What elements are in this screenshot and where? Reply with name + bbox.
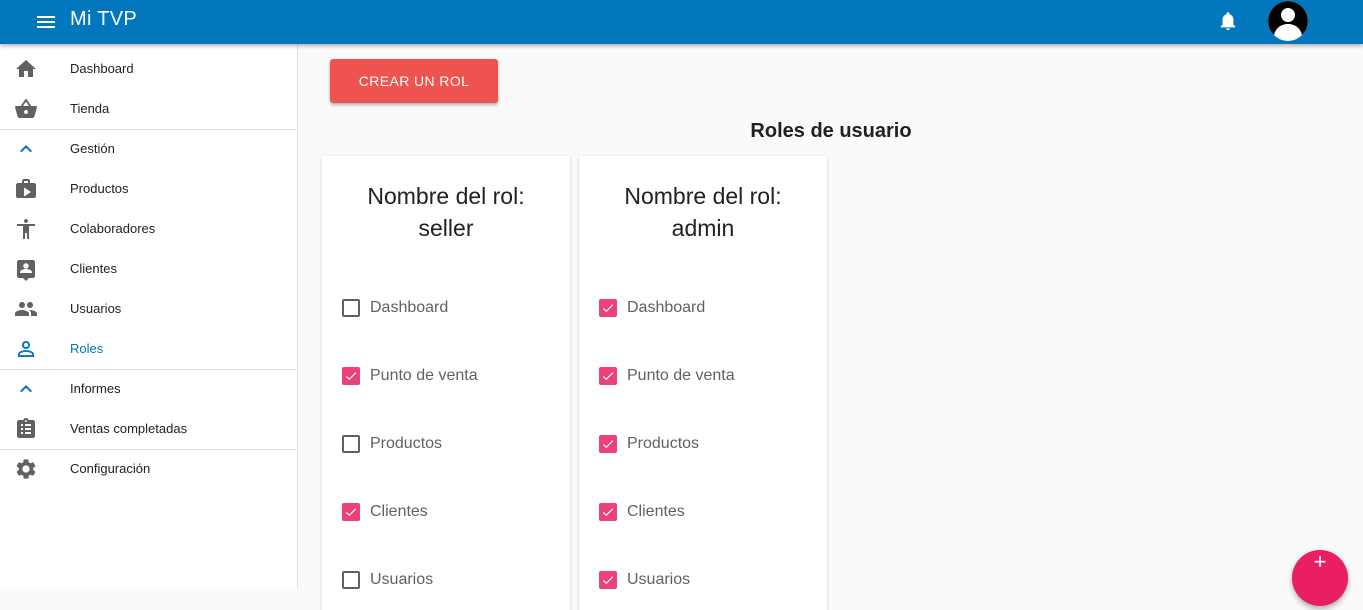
permission-label: Dashboard — [370, 299, 449, 316]
sidebar-item-label: Informes — [70, 381, 121, 396]
sidebar-item-configuracion[interactable]: Configuración — [0, 449, 297, 489]
sidebar-item-gestion[interactable]: Gestión — [0, 129, 297, 169]
sidebar-item-productos[interactable]: Productos — [0, 169, 297, 209]
sidebar-item-label: Ventas completadas — [70, 421, 188, 436]
sidebar-item-label: Colaboradores — [70, 221, 156, 236]
people-icon — [14, 297, 38, 321]
permission-checkbox[interactable]: Usuarios — [340, 565, 560, 595]
sidebar-item-tienda[interactable]: Tienda — [0, 89, 297, 129]
page-title: Roles de usuario — [750, 120, 912, 142]
checkbox-unchecked-icon[interactable] — [342, 299, 360, 317]
accessibility-icon — [14, 217, 38, 241]
role-name-value: seller — [418, 215, 474, 241]
role-card: Nombre del rol: admin Dashboard Punto de … — [579, 156, 827, 610]
role-name-value: admin — [671, 215, 735, 241]
permission-checkbox[interactable]: Usuarios — [597, 565, 817, 595]
permission-label: Punto de venta — [627, 367, 735, 384]
assignment-icon — [14, 417, 38, 441]
checkbox-checked-icon[interactable] — [599, 367, 617, 385]
permission-label: Usuarios — [627, 571, 691, 588]
bell-icon[interactable] — [1217, 10, 1239, 32]
sidebar-item-label: Clientes — [70, 261, 117, 276]
sidebar-item-label: Roles — [70, 341, 104, 356]
sidebar-item-label: Usuarios — [70, 301, 122, 316]
sidebar-item-dashboard[interactable]: Dashboard — [0, 49, 297, 89]
permission-label: Productos — [370, 435, 443, 452]
permission-checkbox[interactable]: Productos — [340, 429, 560, 459]
home-icon — [14, 57, 38, 81]
contact-icon — [14, 257, 38, 281]
permission-checkbox[interactable]: Clientes — [340, 497, 560, 527]
role-name: Nombre del rol: admin — [579, 180, 827, 244]
checkbox-checked-icon[interactable] — [342, 367, 360, 385]
sidebar-item-usuarios[interactable]: Usuarios — [0, 289, 297, 329]
checkbox-checked-icon[interactable] — [599, 435, 617, 453]
checkbox-checked-icon[interactable] — [342, 503, 360, 521]
account-circle-icon[interactable] — [1268, 1, 1308, 41]
sidebar-item-informes[interactable]: Informes — [0, 369, 297, 409]
permission-label: Clientes — [627, 503, 685, 520]
checkbox-checked-icon[interactable] — [599, 571, 617, 589]
role-name-label: Nombre del rol: — [624, 183, 782, 209]
role-card: Nombre del rol: seller Dashboard Punto de… — [322, 156, 570, 610]
sidebar-item-label: Productos — [70, 181, 129, 196]
work-icon — [14, 177, 38, 201]
add-fab-button[interactable]: + — [1292, 550, 1348, 606]
sidebar-item-label: Tienda — [70, 101, 110, 116]
sidebar-item-label: Configuración — [70, 461, 151, 476]
checkbox-unchecked-icon[interactable] — [342, 435, 360, 453]
permission-checkbox[interactable]: Productos — [597, 429, 817, 459]
checkbox-unchecked-icon[interactable] — [342, 571, 360, 589]
role-name-label: Nombre del rol: — [367, 183, 525, 209]
permission-label: Usuarios — [370, 571, 434, 588]
checkbox-checked-icon[interactable] — [599, 503, 617, 521]
permission-label: Productos — [627, 435, 700, 452]
sidebar-item-roles[interactable]: Roles — [0, 329, 297, 369]
permission-label: Dashboard — [627, 299, 706, 316]
permission-checkbox[interactable]: Punto de venta — [340, 361, 560, 391]
chevron-up-icon — [14, 137, 38, 161]
person-icon — [14, 337, 38, 361]
chevron-up-icon — [14, 377, 38, 401]
sidebar-item-colaboradores[interactable]: Colaboradores — [0, 209, 297, 249]
checkbox-checked-icon[interactable] — [599, 299, 617, 317]
permission-checkbox[interactable]: Punto de venta — [597, 361, 817, 391]
app-title: Mi TVP — [70, 8, 137, 30]
app-bar: Mi TVP — [0, 0, 1363, 44]
permission-checkbox[interactable]: Dashboard — [597, 293, 817, 323]
shopping-basket-icon — [14, 97, 38, 121]
sidebar-item-label: Gestión — [70, 141, 115, 156]
permission-checkbox[interactable]: Dashboard — [340, 293, 560, 323]
sidebar-item-clientes[interactable]: Clientes — [0, 249, 297, 289]
role-name: Nombre del rol: seller — [322, 180, 570, 244]
sidebar: Dashboard Tienda Gestión Productos Colab… — [0, 44, 298, 589]
sidebar-item-ventas-completadas[interactable]: Ventas completadas — [0, 409, 297, 449]
sidebar-item-label: Dashboard — [70, 61, 134, 76]
permission-label: Clientes — [370, 503, 428, 520]
menu-icon[interactable] — [34, 10, 58, 34]
create-role-button[interactable]: CREAR UN ROL — [330, 59, 498, 103]
plus-icon: + — [1313, 549, 1327, 574]
permission-checkbox[interactable]: Clientes — [597, 497, 817, 527]
settings-icon — [14, 457, 38, 481]
permission-label: Punto de venta — [370, 367, 478, 384]
